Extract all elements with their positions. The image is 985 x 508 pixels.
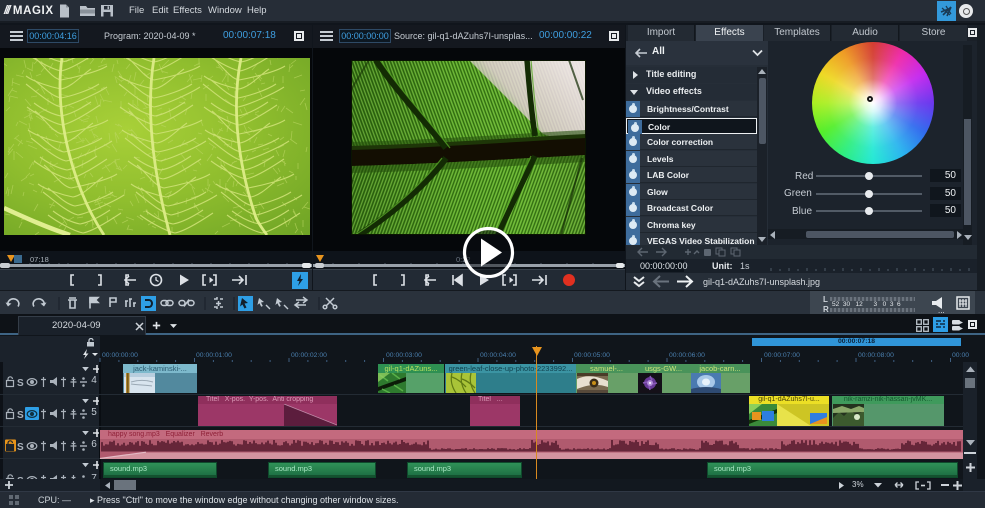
svg-text:S: S [17,410,24,421]
svg-text:07:18: 07:18 [30,255,49,264]
svg-text:S: S [17,378,24,389]
svg-text:S: S [17,442,24,453]
